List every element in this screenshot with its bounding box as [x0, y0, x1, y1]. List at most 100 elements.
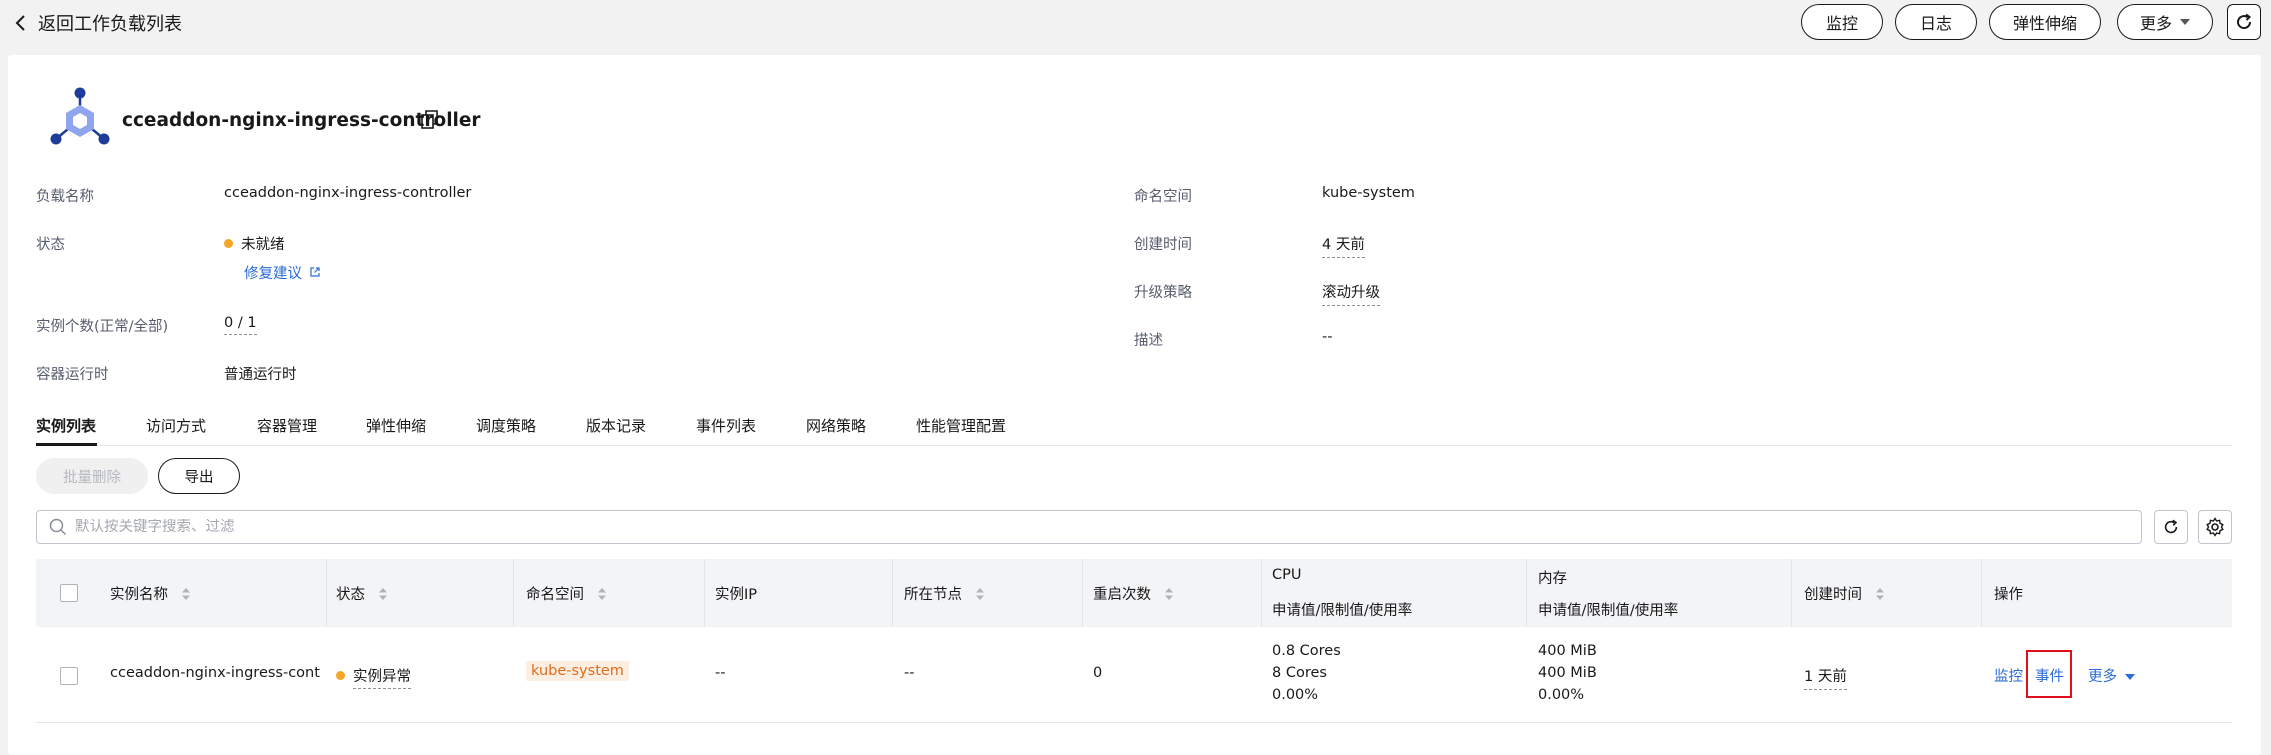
column-header-actions: 操作 [1994, 587, 2023, 603]
instance-ip: -- [715, 665, 726, 681]
status-warning-dot [224, 239, 233, 248]
instance-status: 实例异常 [336, 665, 411, 689]
refresh-icon [2164, 519, 2178, 534]
tab-performance[interactable]: 性能管理配置 [916, 415, 1006, 436]
tab-containers[interactable]: 容器管理 [257, 415, 317, 436]
caret-down-icon [2125, 674, 2136, 680]
column-header-cpu-sub: 申请值/限制值/使用率 [1272, 603, 1413, 619]
column-name-label: 实例名称 [110, 587, 168, 603]
column-namespace-label: 命名空间 [526, 587, 584, 603]
tab-versions[interactable]: 版本记录 [586, 415, 646, 436]
column-header-cpu: CPU [1272, 567, 1302, 583]
column-header-node[interactable]: 所在节点 [904, 583, 985, 604]
instance-status-text[interactable]: 实例异常 [353, 669, 411, 689]
sort-icon [597, 588, 606, 600]
active-tab-indicator [36, 443, 97, 446]
workload-name-label: 负载名称 [36, 189, 94, 205]
description-label: 描述 [1134, 333, 1163, 349]
sort-icon [378, 588, 387, 600]
column-header-memory-sub: 申请值/限制值/使用率 [1538, 603, 1679, 619]
search-icon [49, 518, 67, 536]
column-header-restarts[interactable]: 重启次数 [1093, 583, 1174, 604]
instances-label: 实例个数(正常/全部) [36, 319, 169, 335]
column-divider [1082, 559, 1083, 627]
tab-scaling[interactable]: 弹性伸缩 [366, 415, 426, 436]
description-value: -- [1322, 329, 1333, 345]
namespace-tag-text: kube-system [526, 661, 629, 681]
runtime-value: 普通运行时 [224, 367, 297, 383]
status-warning-dot [336, 671, 345, 680]
gear-icon [2206, 517, 2224, 537]
workload-icon [50, 87, 110, 145]
repair-suggestion-link[interactable]: 修复建议 [244, 262, 321, 283]
copy-icon[interactable] [420, 109, 440, 131]
back-to-workloads-link[interactable]: 返回工作负载列表 [10, 0, 182, 46]
column-divider [513, 559, 514, 627]
created-label: 创建时间 [1134, 237, 1192, 253]
runtime-label: 容器运行时 [36, 367, 109, 383]
tab-instances[interactable]: 实例列表 [36, 415, 96, 436]
logs-button[interactable]: 日志 [1895, 4, 1977, 40]
memory-limit: 400 MiB [1538, 665, 1597, 681]
caret-down-icon [2180, 19, 2190, 25]
sort-icon [975, 588, 984, 600]
tab-network-policy[interactable]: 网络策略 [806, 415, 866, 436]
instance-created: 1 天前 [1804, 665, 1847, 690]
instance-name-link[interactable]: cceaddon-nginx-ingress-controll [110, 665, 320, 681]
export-button[interactable]: 导出 [158, 458, 240, 494]
column-header-memory: 内存 [1538, 571, 1567, 587]
scaling-button[interactable]: 弹性伸缩 [1989, 4, 2101, 40]
column-divider [1791, 559, 1792, 627]
column-header-namespace[interactable]: 命名空间 [526, 583, 607, 604]
search-bar [36, 510, 2142, 544]
status-label: 状态 [36, 237, 65, 253]
column-divider [326, 559, 327, 627]
cpu-limit: 8 Cores [1272, 665, 1327, 681]
instance-restarts: 0 [1093, 665, 1103, 681]
back-label: 返回工作负载列表 [38, 14, 182, 35]
top-bar: 返回工作负载列表 监控 日志 弹性伸缩 更多 [0, 0, 2271, 52]
search-input[interactable] [75, 519, 2141, 535]
cpu-usage: 0.00% [1272, 687, 1319, 703]
column-header-created[interactable]: 创建时间 [1804, 583, 1885, 604]
table-refresh-button[interactable] [2154, 510, 2188, 544]
column-divider [704, 559, 705, 627]
more-label: 更多 [2139, 14, 2172, 33]
namespace-value: kube-system [1322, 185, 1415, 201]
external-link-icon [310, 267, 320, 277]
sort-icon [1875, 588, 1884, 600]
column-divider [1261, 559, 1262, 627]
table-settings-button[interactable] [2198, 510, 2232, 544]
column-node-label: 所在节点 [904, 587, 962, 603]
cpu-request: 0.8 Cores [1272, 643, 1341, 659]
namespace-tag: kube-system [526, 661, 629, 681]
column-header-status[interactable]: 状态 [336, 583, 388, 604]
row-checkbox[interactable] [60, 667, 78, 685]
instance-node: -- [904, 665, 915, 681]
row-events-link[interactable]: 事件 [2035, 665, 2064, 686]
sort-icon [181, 588, 190, 600]
status-text: 未就绪 [241, 237, 285, 253]
column-header-ip: 实例IP [715, 587, 758, 603]
upgrade-policy-value: 滚动升级 [1322, 281, 1380, 306]
monitor-button[interactable]: 监控 [1801, 4, 1883, 40]
batch-delete-button[interactable]: 批量删除 [36, 458, 148, 494]
column-divider [1526, 559, 1527, 627]
column-restarts-label: 重启次数 [1093, 587, 1151, 603]
row-more-dropdown[interactable]: 更多 [2088, 665, 2136, 686]
page-refresh-button[interactable] [2227, 4, 2261, 40]
row-more-label: 更多 [2088, 669, 2117, 685]
column-header-name[interactable]: 实例名称 [110, 583, 191, 604]
tab-events[interactable]: 事件列表 [696, 415, 756, 436]
tab-access[interactable]: 访问方式 [146, 415, 206, 436]
row-monitor-link[interactable]: 监控 [1994, 665, 2023, 686]
repair-link-label: 修复建议 [244, 266, 302, 282]
tab-scheduling[interactable]: 调度策略 [476, 415, 536, 436]
chevron-left-icon [15, 15, 25, 31]
upgrade-policy-label: 升级策略 [1134, 285, 1192, 301]
namespace-label: 命名空间 [1134, 189, 1192, 205]
workload-name-value: cceaddon-nginx-ingress-controller [224, 185, 472, 201]
select-all-checkbox[interactable] [60, 584, 78, 602]
created-value: 4 天前 [1322, 233, 1365, 258]
more-dropdown-button[interactable]: 更多 [2117, 4, 2213, 40]
